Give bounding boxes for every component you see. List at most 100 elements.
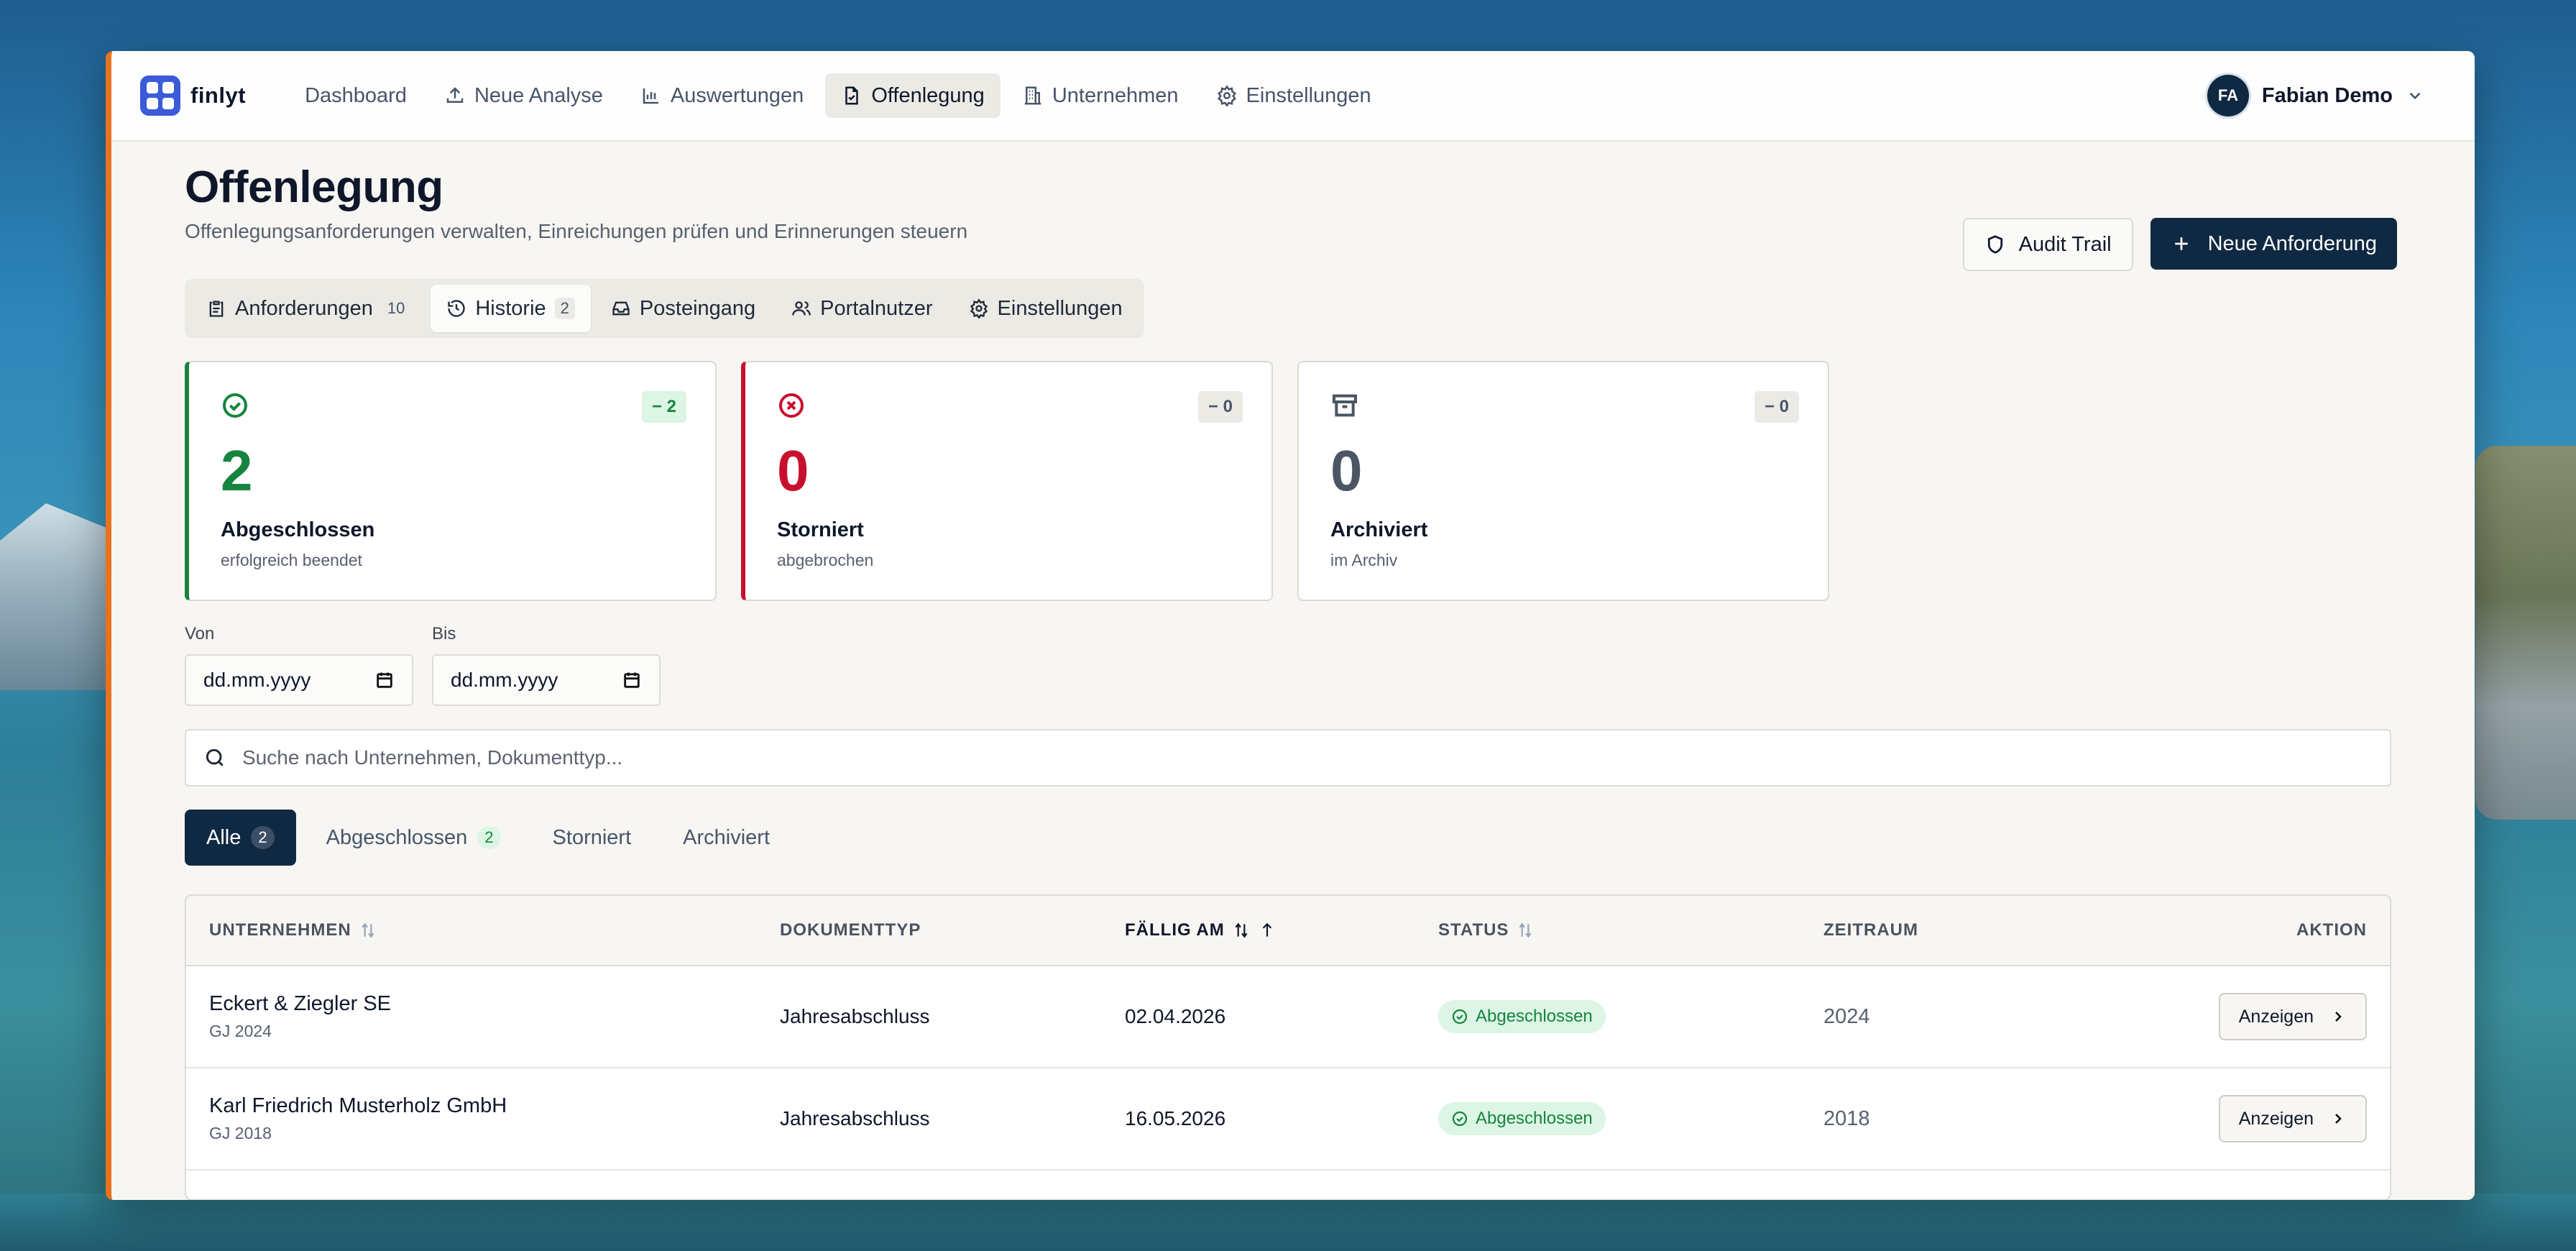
stat-sublabel: abgebrochen: [777, 551, 874, 569]
stat-card-abgeschlossen[interactable]: − 2 2 Abgeschlossen erfolgreich beendet: [185, 361, 717, 601]
header-label: ZEITRAUM: [1823, 920, 1918, 940]
tab-count: 2: [554, 298, 575, 319]
stat-card-storniert[interactable]: − 0 0 Storniert abgebrochen: [741, 361, 1273, 601]
view-button[interactable]: Anzeigen: [2218, 993, 2367, 1040]
table-header: UNTERNEHMEN DOKUMENTTYP FÄLLIG AM STATUS…: [186, 896, 2390, 966]
header-label: DOKUMENTTYP: [780, 920, 921, 940]
tab-einstellungen[interactable]: Einstellungen: [953, 285, 1138, 332]
trend-badge: − 2: [641, 391, 686, 423]
trend-badge: − 0: [1754, 391, 1799, 423]
chevron-right-icon: [2335, 1012, 2342, 1022]
gear-icon: [1217, 85, 1236, 106]
company-name: Karl Friedrich Musterholz GmbH: [209, 1094, 507, 1117]
user-menu[interactable]: FA Fabian Demo: [2207, 51, 2424, 140]
cell-action: Anzeigen: [2153, 1095, 2390, 1142]
status-label: Abgeschlossen: [1476, 1109, 1593, 1128]
cell-company: Eckert & Ziegler SE GJ 2024: [186, 992, 780, 1041]
nav-neue-analyse[interactable]: Neue Analyse: [428, 73, 619, 118]
nav-offenlegung[interactable]: Offenlegung: [825, 73, 1000, 118]
status-badge: Abgeschlossen: [1438, 1102, 1606, 1135]
user-name: Fabian Demo: [2261, 83, 2393, 107]
tab-anforderungen[interactable]: Anforderungen 10: [190, 285, 426, 332]
header-due[interactable]: FÄLLIG AM: [1125, 920, 1438, 940]
search-placeholder: Suche nach Unternehmen, Dokumenttyp...: [242, 746, 623, 769]
nav-einstellungen[interactable]: Einstellungen: [1200, 73, 1387, 118]
logo-grid-icon: [140, 75, 180, 116]
date-to-input[interactable]: dd.mm.yyyy: [432, 654, 661, 706]
table-row[interactable]: Eckert & Ziegler SE GJ 2024 Jahresabschl…: [186, 966, 2390, 1068]
cell-period: 2018: [1823, 1106, 1870, 1130]
tab-label: Einstellungen: [997, 296, 1123, 320]
tab-posteingang[interactable]: Posteingang: [595, 285, 771, 332]
audit-trail-button[interactable]: Audit Trail: [1962, 218, 2133, 271]
nav-unternehmen[interactable]: Unternehmen: [1006, 73, 1195, 118]
header-label: UNTERNEHMEN: [209, 920, 351, 940]
status-badge: Abgeschlossen: [1438, 1000, 1606, 1033]
cell-company: Karl Friedrich Musterholz GmbH GJ 2018: [186, 1094, 780, 1143]
tab-label: Portalnutzer: [820, 296, 933, 320]
building-icon: [1024, 86, 1041, 105]
stat-cards: − 2 2 Abgeschlossen erfolgreich beendet …: [185, 361, 2475, 601]
filter-storniert[interactable]: Storniert: [531, 810, 653, 866]
stat-sublabel: im Archiv: [1330, 551, 1398, 569]
main-nav: Dashboard Neue Analyse Auswertungen Offe…: [289, 73, 1387, 118]
nav-label: Einstellungen: [1246, 83, 1371, 107]
search-icon: [206, 748, 224, 766]
table-row[interactable]: Karl Friedrich Musterholz GmbH GJ 2018 J…: [186, 1068, 2390, 1170]
main-content: Offenlegung Offenlegungsanforderungen ve…: [111, 162, 2475, 1200]
header-label: STATUS: [1438, 920, 1509, 940]
filter-abgeschlossen[interactable]: Abgeschlossen 2: [305, 810, 523, 866]
nav-label: Auswertungen: [670, 83, 804, 107]
tab-count: 10: [387, 299, 405, 317]
tab-label: Posteingang: [639, 296, 756, 320]
filter-count: 2: [477, 826, 501, 849]
check-circle-icon: [1452, 1009, 1468, 1025]
sort-ascending-icon: [1262, 922, 1271, 937]
stat-label: Storniert: [777, 518, 864, 541]
date-to-value: dd.mm.yyyy: [451, 669, 558, 691]
date-from-input[interactable]: dd.mm.yyyy: [185, 654, 413, 706]
tab-portalnutzer[interactable]: Portalnutzer: [776, 285, 948, 332]
avatar: FA: [2207, 75, 2249, 116]
audit-trail-label: Audit Trail: [2018, 232, 2112, 256]
app-window: finlyt Dashboard Neue Analyse Auswertung…: [106, 51, 2475, 1200]
filter-label: Archiviert: [683, 825, 770, 849]
filter-archiviert[interactable]: Archiviert: [661, 810, 791, 866]
background-rocks: [2475, 446, 2576, 820]
file-check-icon: [845, 86, 859, 105]
calendar-icon: [624, 672, 640, 688]
logo-text: finlyt: [190, 83, 247, 108]
cell-due-date: 16.05.2026: [1125, 1107, 1226, 1129]
view-label: Anzeigen: [2238, 1108, 2314, 1129]
status-label: Abgeschlossen: [1476, 1007, 1593, 1026]
search-input[interactable]: Suche nach Unternehmen, Dokumenttyp...: [185, 729, 2391, 787]
date-from-value: dd.mm.yyyy: [203, 669, 311, 691]
check-circle-icon: [1452, 1111, 1468, 1127]
header-company[interactable]: UNTERNEHMEN: [186, 920, 780, 940]
header-action: AKTION: [2153, 920, 2390, 940]
cell-action: Anzeigen: [2153, 993, 2390, 1040]
date-to-label: Bis: [432, 624, 456, 643]
sort-icon: [362, 922, 374, 938]
cell-due-date: 02.04.2026: [1125, 1005, 1226, 1027]
filter-alle[interactable]: Alle 2: [185, 810, 296, 866]
clipboard-icon: [209, 301, 224, 317]
logo[interactable]: finlyt: [140, 75, 246, 116]
cell-period: 2024: [1823, 1004, 1870, 1028]
stat-card-archiviert[interactable]: − 0 0 Archiviert im Archiv: [1297, 361, 1829, 601]
fiscal-year: GJ 2018: [209, 1124, 272, 1142]
filter-label: Storniert: [552, 825, 632, 849]
chevron-down-icon: [2409, 92, 2421, 100]
tab-historie[interactable]: Historie 2: [431, 285, 591, 332]
view-button[interactable]: Anzeigen: [2218, 1095, 2367, 1142]
header-label: FÄLLIG AM: [1125, 920, 1225, 940]
plus-icon: [2174, 237, 2188, 250]
nav-auswertungen[interactable]: Auswertungen: [625, 73, 819, 118]
history-table: UNTERNEHMEN DOKUMENTTYP FÄLLIG AM STATUS…: [185, 894, 2391, 1200]
new-request-button[interactable]: Neue Anforderung: [2150, 218, 2397, 270]
nav-dashboard[interactable]: Dashboard: [289, 73, 423, 118]
header-status[interactable]: STATUS: [1438, 920, 1823, 940]
status-filters: Alle 2 Abgeschlossen 2 Storniert Archivi…: [185, 810, 2475, 866]
shield-icon: [1987, 235, 2002, 254]
stat-value: 2: [221, 439, 253, 503]
